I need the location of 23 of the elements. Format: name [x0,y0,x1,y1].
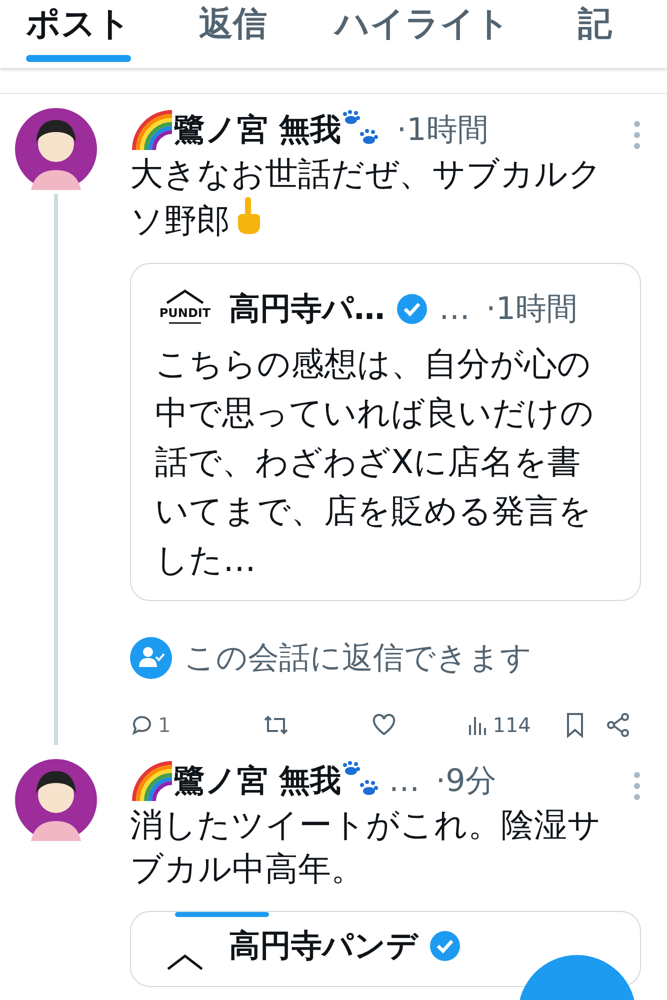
quoted-handle: … [439,290,470,328]
author-handle: … [388,762,420,800]
view-count: 114 [492,712,531,739]
quoted-author: 高円寺パンデ [229,927,418,966]
quoted-post[interactable]: PUNDIT 高円寺パ… … ·1時間 こちらの感想は、自分が心の中で思っていれば良いだけの話で、わざわざXに店名を書いてまで、店を貶める発言をした… [130,263,641,600]
quoted-text: こちらの感想は、自分が心の中で思っていれば良いだけの話で、わざわざXに店名を書いてまで、店を貶める発言をした… [155,342,595,580]
author-name: 鷺ノ宮 無我 [174,111,341,149]
tab[interactable]: 返信 [199,0,267,60]
tab[interactable]: ポスト [26,0,131,60]
post-time: ·9分 [436,762,496,800]
quoted-time: ·1時間 [486,290,578,328]
quoted-author: 高円寺パ… [229,290,385,329]
reply-button[interactable]: 1 [130,710,171,740]
post-time: ·1時間 [396,111,488,149]
post-text: 消したツイートがこれ。陰湿サブカル中高年。 [130,804,602,890]
views-button[interactable]: 114 [466,710,531,740]
tab[interactable]: ハイライト [335,0,510,60]
reply-count: 1 [158,712,171,739]
tab[interactable]: 記 [578,0,612,60]
logo: PUNDIT [155,289,215,330]
post-text: 大きなお世話だぜ、サブカルクソ野郎 [130,153,603,242]
author-name: 鷺ノ宮 無我 [174,762,341,800]
reply-notice: この会話に返信できます [184,638,532,678]
